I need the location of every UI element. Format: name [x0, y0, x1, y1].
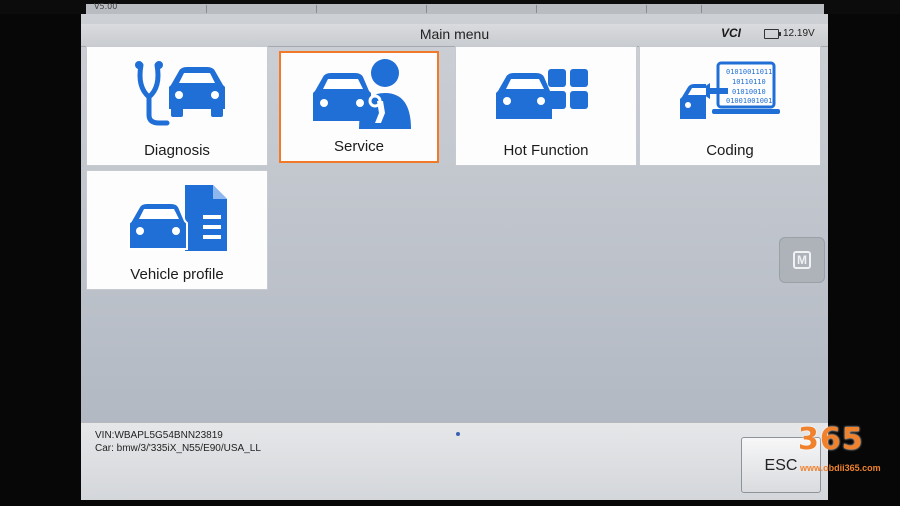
- stethoscope-car-icon: [135, 61, 225, 126]
- binary-code-car-icon: 01010011011 10110110 01010010 0100100100…: [680, 61, 780, 119]
- tile-label: Diagnosis: [144, 142, 210, 159]
- hot-function-tile[interactable]: Hot Function: [455, 46, 637, 166]
- vehicle-info: VIN:WBAPL5G54BNN23819 Car: bmw/3/'335iX_…: [95, 429, 261, 455]
- strip-divider: [316, 5, 317, 13]
- car-model-text: Car: bmw/3/'335iX_N55/E90/USA_LL: [95, 443, 261, 454]
- diagnosis-tile[interactable]: Diagnosis: [86, 46, 268, 166]
- strip-divider: [646, 5, 647, 13]
- vehicle-status-bar: VIN:WBAPL5G54BNN23819 Car: bmw/3/'335iX_…: [81, 422, 828, 500]
- page-title: Main menu: [419, 26, 490, 42]
- m-icon: M: [793, 251, 811, 269]
- tablet-screen: Main menu VCI 12.19V Diagnosis Service H…: [81, 14, 828, 500]
- mechanic-car-icon: [313, 59, 411, 129]
- svg-text:01010010: 01010010: [732, 88, 766, 96]
- tile-label: Hot Function: [503, 142, 589, 159]
- tile-label: Vehicle profile: [130, 266, 224, 283]
- svg-text:01001001001: 01001001001: [726, 97, 772, 105]
- car-grid-icon: [496, 69, 588, 119]
- svg-text:10110110: 10110110: [732, 78, 766, 86]
- floating-menu-button[interactable]: M: [779, 237, 825, 283]
- strip-divider: [701, 5, 702, 13]
- battery-icon: [764, 29, 781, 39]
- strip-divider: [536, 5, 537, 13]
- vin-text: VIN:WBAPL5G54BNN23819: [95, 430, 223, 441]
- watermark-number: 365: [798, 422, 864, 457]
- title-bar: Main menu VCI 12.19V: [81, 24, 828, 47]
- page-indicator-dot: [456, 432, 460, 436]
- tile-label: Service: [333, 138, 385, 155]
- watermark-logo: 365 www.obdii365.com: [790, 414, 890, 478]
- version-label: V5.00: [94, 2, 118, 11]
- strip-divider: [206, 5, 207, 13]
- watermark-url: www.obdii365.com: [800, 463, 881, 473]
- service-tile[interactable]: Service: [279, 51, 439, 163]
- battery-voltage: 12.19V: [783, 28, 815, 39]
- tile-label: Coding: [706, 142, 754, 159]
- svg-text:01010011011: 01010011011: [726, 68, 772, 76]
- vehicle-profile-tile[interactable]: Vehicle profile: [86, 170, 268, 290]
- coding-tile[interactable]: 01010011011 10110110 01010010 0100100100…: [639, 46, 821, 166]
- vci-status: VCI: [721, 26, 742, 40]
- strip-divider: [426, 5, 427, 13]
- car-document-icon: [128, 185, 227, 251]
